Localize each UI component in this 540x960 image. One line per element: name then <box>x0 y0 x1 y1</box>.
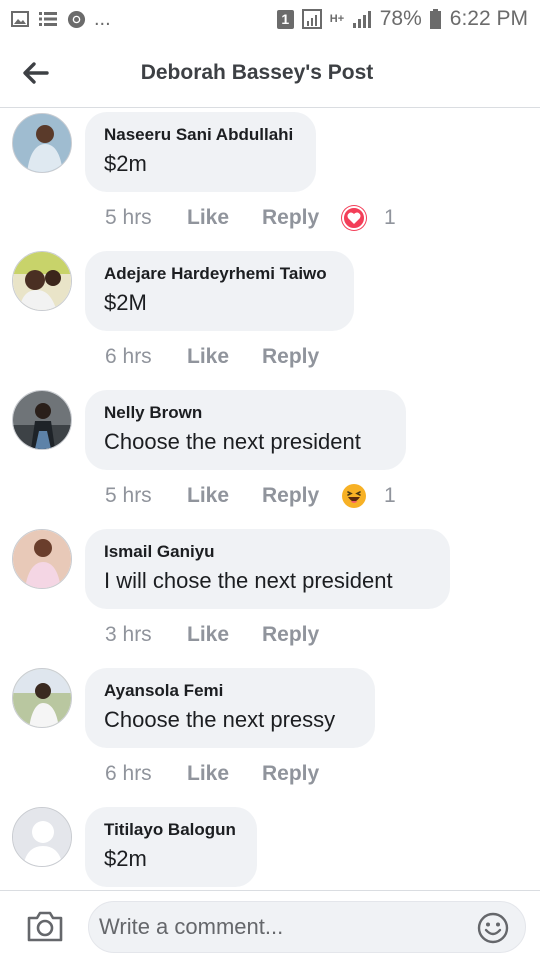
reply-button[interactable]: Reply <box>262 345 342 369</box>
commenter-name[interactable]: Nelly Brown <box>104 403 386 423</box>
status-bar: ... 1 H+ 78% 6:22 PM <box>0 0 540 38</box>
reply-button[interactable]: Reply <box>262 762 342 786</box>
avatar[interactable] <box>12 251 72 311</box>
reply-button[interactable]: Reply <box>262 623 342 647</box>
comment-input-box[interactable] <box>88 901 526 953</box>
comment-bubble[interactable]: Titilayo Balogun $2m <box>85 807 257 887</box>
page-title: Deborah Bassey's Post <box>140 60 374 84</box>
comment-time[interactable]: 6 hrs <box>105 345 187 369</box>
battery-icon <box>430 9 442 29</box>
comment-bubble[interactable]: Adejare Hardeyrhemi Taiwo $2M <box>85 251 354 331</box>
comment-text: $2m <box>104 151 147 176</box>
comment-input[interactable] <box>99 902 469 952</box>
comment-actions: 3 hrs Like Reply <box>105 620 342 650</box>
network-type: H+ <box>329 13 345 25</box>
comment-actions: 5 hrs Like Reply 1 <box>105 203 396 233</box>
image-icon <box>10 9 30 29</box>
comment-text: $2m <box>104 846 147 871</box>
commenter-name[interactable]: Adejare Hardeyrhemi Taiwo <box>104 264 334 284</box>
chrome-icon <box>66 9 86 29</box>
comment-actions: 6 hrs Like Reply <box>105 759 342 789</box>
comment-time[interactable]: 5 hrs <box>105 206 187 230</box>
comment-bubble[interactable]: Ayansola Femi Choose the next pressy <box>85 668 375 748</box>
more-dots-icon: ... <box>94 7 111 30</box>
list-icon <box>38 9 58 29</box>
like-button[interactable]: Like <box>187 206 262 230</box>
comment-composer <box>0 890 540 960</box>
comment-bubble[interactable]: Ismail Ganiyu I will chose the next pres… <box>85 529 450 609</box>
clock: 6:22 PM <box>449 7 528 30</box>
avatar[interactable] <box>12 529 72 589</box>
comment-list[interactable]: Naseeru Sani Abdullahi $2m 5 hrs Like Re… <box>0 108 540 890</box>
comment-text: I will chose the next president <box>104 568 393 593</box>
emoji-icon[interactable] <box>477 912 509 944</box>
signal-bars-icon <box>352 9 372 29</box>
comment-actions: 6 hrs Like Reply <box>105 342 342 372</box>
avatar[interactable] <box>12 390 72 450</box>
like-button[interactable]: Like <box>187 762 262 786</box>
reply-button[interactable]: Reply <box>262 484 342 508</box>
post-header: Deborah Bassey's Post <box>0 38 540 108</box>
haha-reaction-icon <box>342 484 366 508</box>
commenter-name[interactable]: Naseeru Sani Abdullahi <box>104 125 296 145</box>
reply-button[interactable]: Reply <box>262 206 342 230</box>
like-button[interactable]: Like <box>187 484 262 508</box>
like-button[interactable]: Like <box>187 623 262 647</box>
reaction-summary[interactable]: 1 <box>342 206 396 230</box>
avatar[interactable] <box>12 113 72 173</box>
comment-time[interactable]: 6 hrs <box>105 762 187 786</box>
like-button[interactable]: Like <box>187 345 262 369</box>
avatar[interactable] <box>12 668 72 728</box>
commenter-name[interactable]: Ayansola Femi <box>104 681 355 701</box>
comment-bubble[interactable]: Naseeru Sani Abdullahi $2m <box>85 112 316 192</box>
comment-text: $2M <box>104 290 147 315</box>
avatar[interactable] <box>12 807 72 867</box>
comment-time[interactable]: 5 hrs <box>105 484 187 508</box>
comment-actions: 5 hrs Like Reply 1 <box>105 481 396 511</box>
status-bar-left: ... <box>10 8 111 31</box>
comment-bubble[interactable]: Nelly Brown Choose the next president <box>85 390 406 470</box>
battery-percent: 78% <box>379 7 422 30</box>
commenter-name[interactable]: Ismail Ganiyu <box>104 542 430 562</box>
comment-text: Choose the next pressy <box>104 707 336 732</box>
status-bar-right: 1 H+ 78% 6:22 PM <box>276 7 528 31</box>
sim-badge: 1 <box>276 9 294 29</box>
camera-icon[interactable] <box>26 909 64 943</box>
comment-time[interactable]: 3 hrs <box>105 623 187 647</box>
comment-text: Choose the next president <box>104 429 361 454</box>
reaction-count: 1 <box>384 484 396 507</box>
commenter-name[interactable]: Titilayo Balogun <box>104 820 237 840</box>
signal-outline-icon <box>301 9 322 29</box>
reaction-summary[interactable]: 1 <box>342 484 396 508</box>
reaction-count: 1 <box>384 206 396 229</box>
love-reaction-icon <box>342 206 366 230</box>
